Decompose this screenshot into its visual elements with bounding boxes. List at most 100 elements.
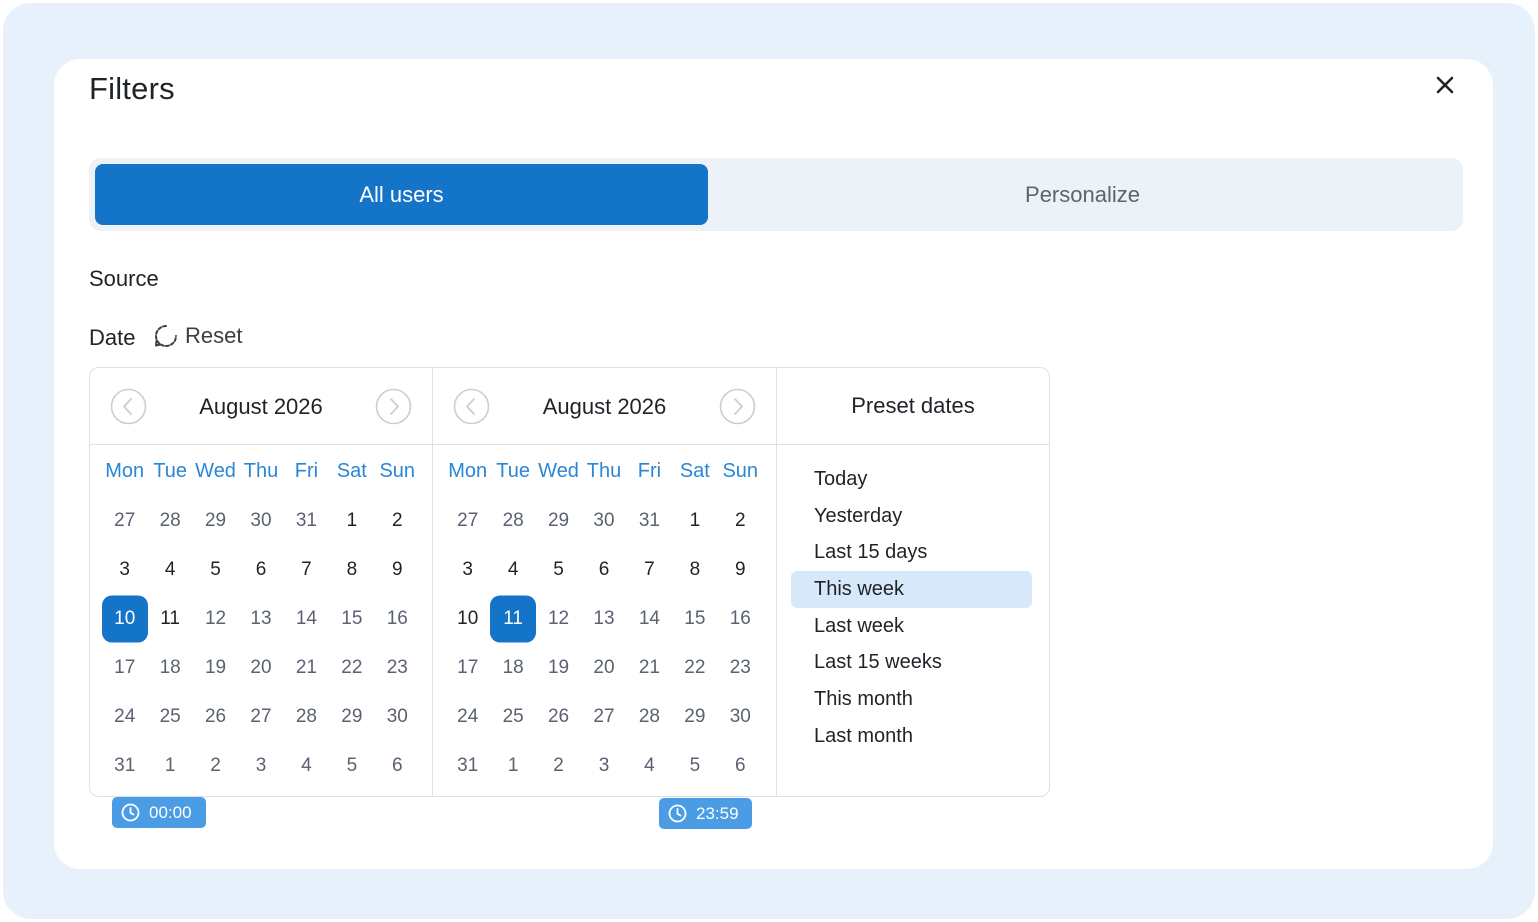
calendar-day[interactable]: 3 <box>102 545 147 594</box>
calendar-day[interactable]: 30 <box>718 692 763 741</box>
calendar-day[interactable]: 27 <box>581 692 626 741</box>
calendar-day[interactable]: 27 <box>445 496 490 545</box>
preset-item[interactable]: Yesterday <box>791 498 1032 535</box>
calendar-day[interactable]: 24 <box>102 692 147 741</box>
calendar-day[interactable]: 3 <box>445 545 490 594</box>
calendar-day[interactable]: 16 <box>718 594 763 643</box>
calendar-day-selected[interactable]: 10 <box>102 594 147 643</box>
calendar-day[interactable]: 9 <box>375 545 420 594</box>
calendar-day[interactable]: 1 <box>147 741 192 790</box>
end-time-badge[interactable]: 23:59 <box>659 798 752 829</box>
preset-item[interactable]: This week <box>791 571 1032 608</box>
calendar-day[interactable]: 11 <box>147 594 192 643</box>
calendar-day[interactable]: 30 <box>581 496 626 545</box>
calendar-day[interactable]: 19 <box>193 643 238 692</box>
preset-item[interactable]: This month <box>791 681 1032 718</box>
calendar-day[interactable]: 25 <box>147 692 192 741</box>
calendar-day[interactable]: 31 <box>102 741 147 790</box>
calendar-day[interactable]: 7 <box>627 545 672 594</box>
calendar-day[interactable]: 10 <box>445 594 490 643</box>
preset-item[interactable]: Last 15 weeks <box>791 644 1032 681</box>
calendar-day[interactable]: 12 <box>536 594 581 643</box>
calendar-day[interactable]: 13 <box>238 594 283 643</box>
calendar-day[interactable]: 1 <box>490 741 535 790</box>
calendar-day[interactable]: 18 <box>147 643 192 692</box>
calendar-day[interactable]: 15 <box>329 594 374 643</box>
calendar-day[interactable]: 2 <box>193 741 238 790</box>
calendar-day[interactable]: 23 <box>375 643 420 692</box>
calendar-day[interactable]: 18 <box>490 643 535 692</box>
calendar-day[interactable]: 5 <box>536 545 581 594</box>
preset-item[interactable]: Last month <box>791 718 1032 755</box>
calendar-day[interactable]: 12 <box>193 594 238 643</box>
calendar-day[interactable]: 28 <box>627 692 672 741</box>
calendar-day[interactable]: 2 <box>536 741 581 790</box>
calendar-day[interactable]: 31 <box>627 496 672 545</box>
tab-all-users[interactable]: All users <box>95 164 708 225</box>
calendar-day[interactable]: 17 <box>102 643 147 692</box>
calendar-day[interactable]: 7 <box>284 545 329 594</box>
calendar-day[interactable]: 4 <box>490 545 535 594</box>
calendar-day[interactable]: 14 <box>627 594 672 643</box>
calendar-day[interactable]: 30 <box>238 496 283 545</box>
preset-item[interactable]: Today <box>791 461 1032 498</box>
calendar-day[interactable]: 14 <box>284 594 329 643</box>
calendar-day[interactable]: 29 <box>672 692 717 741</box>
calendar-day[interactable]: 27 <box>102 496 147 545</box>
calendar-day[interactable]: 4 <box>627 741 672 790</box>
calendar-day[interactable]: 8 <box>329 545 374 594</box>
calendar-day[interactable]: 8 <box>672 545 717 594</box>
calendar-day[interactable]: 25 <box>490 692 535 741</box>
calendar-day[interactable]: 28 <box>284 692 329 741</box>
calendar-day[interactable]: 16 <box>375 594 420 643</box>
tab-personalize[interactable]: Personalize <box>708 164 1457 225</box>
calendar-day[interactable]: 6 <box>581 545 626 594</box>
calendar-day[interactable]: 21 <box>627 643 672 692</box>
calendar-day[interactable]: 22 <box>672 643 717 692</box>
calendar-day[interactable]: 17 <box>445 643 490 692</box>
calendar-day-selected[interactable]: 11 <box>490 594 535 643</box>
calendar-day[interactable]: 6 <box>718 741 763 790</box>
calendar-day[interactable]: 29 <box>536 496 581 545</box>
calendar-day[interactable]: 29 <box>329 692 374 741</box>
calendar-day[interactable]: 26 <box>193 692 238 741</box>
prev-month-button[interactable] <box>453 388 490 425</box>
calendar-day[interactable]: 6 <box>375 741 420 790</box>
calendar-day[interactable]: 20 <box>238 643 283 692</box>
preset-item[interactable]: Last week <box>791 608 1032 645</box>
close-button[interactable] <box>1432 72 1458 98</box>
calendar-day[interactable]: 5 <box>329 741 374 790</box>
calendar-day[interactable]: 4 <box>147 545 192 594</box>
calendar-day[interactable]: 23 <box>718 643 763 692</box>
calendar-day[interactable]: 30 <box>375 692 420 741</box>
calendar-day[interactable]: 2 <box>718 496 763 545</box>
calendar-day[interactable]: 6 <box>238 545 283 594</box>
calendar-day[interactable]: 4 <box>284 741 329 790</box>
calendar-day[interactable]: 31 <box>445 741 490 790</box>
next-month-button[interactable] <box>719 388 756 425</box>
calendar-day[interactable]: 31 <box>284 496 329 545</box>
calendar-day[interactable]: 9 <box>718 545 763 594</box>
calendar-day[interactable]: 24 <box>445 692 490 741</box>
reset-button[interactable]: Reset <box>153 323 242 349</box>
calendar-day[interactable]: 1 <box>672 496 717 545</box>
calendar-day[interactable]: 21 <box>284 643 329 692</box>
preset-item[interactable]: Last 15 days <box>791 534 1032 571</box>
calendar-day[interactable]: 13 <box>581 594 626 643</box>
prev-month-button[interactable] <box>110 388 147 425</box>
calendar-day[interactable]: 28 <box>147 496 192 545</box>
calendar-day[interactable]: 1 <box>329 496 374 545</box>
calendar-day[interactable]: 22 <box>329 643 374 692</box>
calendar-day[interactable]: 3 <box>581 741 626 790</box>
start-time-badge[interactable]: 00:00 <box>112 797 206 828</box>
calendar-day[interactable]: 20 <box>581 643 626 692</box>
calendar-day[interactable]: 26 <box>536 692 581 741</box>
calendar-day[interactable]: 3 <box>238 741 283 790</box>
calendar-day[interactable]: 27 <box>238 692 283 741</box>
calendar-day[interactable]: 2 <box>375 496 420 545</box>
calendar-day[interactable]: 28 <box>490 496 535 545</box>
calendar-day[interactable]: 29 <box>193 496 238 545</box>
calendar-day[interactable]: 5 <box>193 545 238 594</box>
calendar-day[interactable]: 15 <box>672 594 717 643</box>
next-month-button[interactable] <box>375 388 412 425</box>
